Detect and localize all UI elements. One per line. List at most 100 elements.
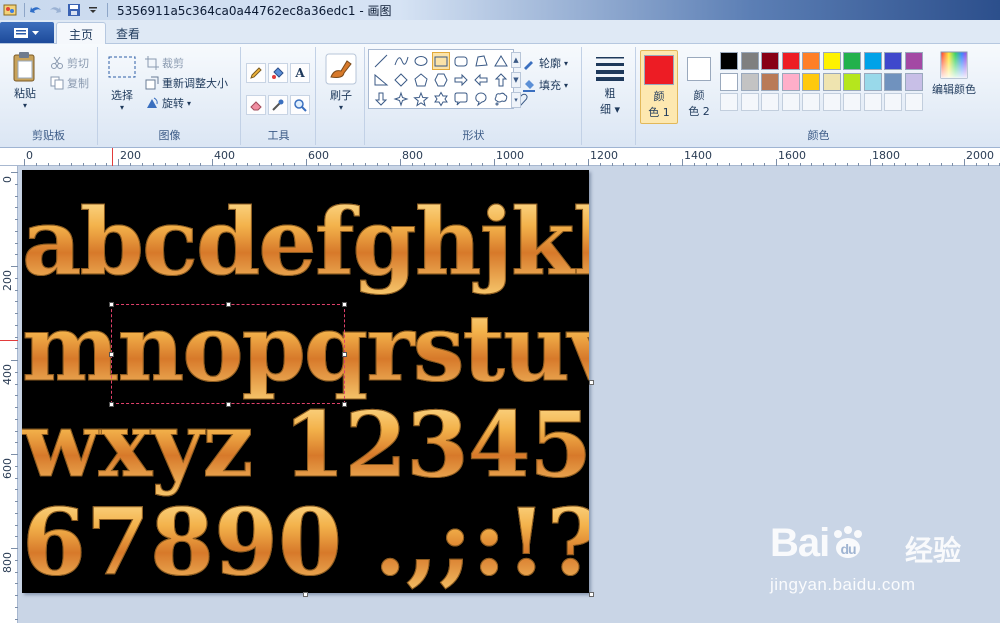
paste-button[interactable]: 粘贴 ▾ <box>8 51 42 110</box>
palette-empty-slot[interactable] <box>802 93 820 111</box>
canvas-resize-handle-corner[interactable] <box>589 592 594 597</box>
color-picker-icon[interactable] <box>268 95 288 115</box>
selection-rectangle[interactable] <box>111 304 345 404</box>
triangle-shape-icon[interactable] <box>492 52 510 70</box>
curve-shape-icon[interactable] <box>392 52 410 70</box>
palette-swatch[interactable] <box>761 52 779 70</box>
palette-swatch[interactable] <box>781 72 800 91</box>
select-button[interactable]: 选择 ▾ <box>105 55 139 112</box>
polygon-shape-icon[interactable] <box>472 52 490 70</box>
cut-button[interactable]: 剪切 <box>50 55 89 71</box>
canvas-resize-handle-right[interactable] <box>589 380 594 385</box>
color1-label-top: 颜 <box>653 90 665 103</box>
palette-swatch[interactable] <box>904 72 923 91</box>
palette-empty-slot[interactable] <box>781 93 800 111</box>
down-arrow-shape-icon[interactable] <box>372 90 390 108</box>
redo-icon[interactable] <box>47 2 63 18</box>
palette-swatch[interactable] <box>843 52 861 70</box>
tab-view[interactable]: 查看 <box>104 22 152 45</box>
right-triangle-shape-icon[interactable] <box>372 71 390 89</box>
rotate-label: 旋转 <box>162 97 184 110</box>
pentagon-shape-icon[interactable] <box>412 71 430 89</box>
palette-swatch[interactable] <box>740 72 759 91</box>
six-point-star-shape-icon[interactable] <box>432 90 450 108</box>
paint-menu-button[interactable] <box>0 22 54 43</box>
color1-button[interactable]: 颜 色 1 <box>640 50 678 124</box>
palette-swatch[interactable] <box>781 52 800 70</box>
selection-handle[interactable] <box>226 302 231 307</box>
outline-button[interactable]: 轮廓 ▾ <box>522 55 568 71</box>
diamond-shape-icon[interactable] <box>392 71 410 89</box>
palette-empty-slot[interactable] <box>863 93 882 111</box>
color2-button[interactable]: 颜 色 2 <box>681 50 717 124</box>
brushes-button[interactable]: 刷子 ▾ <box>323 53 359 112</box>
resize-icon <box>145 76 159 90</box>
palette-swatch[interactable] <box>822 72 841 91</box>
line-shape-icon[interactable] <box>372 52 390 70</box>
ribbon-tab-strip: 主页 查看 <box>0 20 1000 45</box>
up-arrow-shape-icon[interactable] <box>492 71 510 89</box>
tab-home[interactable]: 主页 <box>56 22 107 45</box>
palette-swatch[interactable] <box>720 72 738 91</box>
right-arrow-shape-icon[interactable] <box>452 71 470 89</box>
palette-empty-slot[interactable] <box>822 93 841 111</box>
palette-empty-slot[interactable] <box>761 93 779 111</box>
palette-swatch[interactable] <box>802 52 820 70</box>
palette-swatch[interactable] <box>863 52 882 70</box>
eraser-icon[interactable] <box>246 95 266 115</box>
selection-handle[interactable] <box>342 302 347 307</box>
palette-swatch[interactable] <box>884 52 902 70</box>
text-tool-icon[interactable]: A <box>290 63 310 83</box>
selection-handle[interactable] <box>226 402 231 407</box>
fill-button[interactable]: 填充 ▾ <box>522 77 568 93</box>
palette-swatch[interactable] <box>802 72 820 91</box>
palette-swatch[interactable] <box>761 72 779 91</box>
oval-shape-icon[interactable] <box>412 52 430 70</box>
palette-swatch[interactable] <box>843 72 861 91</box>
rounded-rectangle-shape-icon[interactable] <box>452 52 470 70</box>
quick-access-menu-icon[interactable] <box>85 2 101 18</box>
window-title: 5356911a5c364ca0a44762ec8a36edc1 - 画图 <box>117 3 392 18</box>
palette-swatch[interactable] <box>863 72 882 91</box>
selection-handle[interactable] <box>342 402 347 407</box>
left-arrow-shape-icon[interactable] <box>472 71 490 89</box>
cloud-callout-shape-icon[interactable] <box>492 90 510 108</box>
crop-button[interactable]: 裁剪 <box>145 55 184 71</box>
undo-icon[interactable] <box>28 2 44 18</box>
save-icon[interactable] <box>66 2 82 18</box>
palette-swatch[interactable] <box>904 52 923 70</box>
palette-empty-slot[interactable] <box>843 93 861 111</box>
selection-handle[interactable] <box>109 302 114 307</box>
palette-swatch[interactable] <box>822 52 841 70</box>
palette-swatch[interactable] <box>720 52 738 70</box>
canvas-resize-handle-bottom[interactable] <box>303 592 308 597</box>
pencil-icon[interactable] <box>246 63 266 83</box>
fill-bucket-icon[interactable] <box>268 63 288 83</box>
edit-colors-button[interactable]: 编辑颜色 <box>927 51 981 97</box>
scroll-down-icon[interactable]: ▼ <box>511 72 521 88</box>
oval-callout-shape-icon[interactable] <box>472 90 490 108</box>
size-button[interactable]: 粗 细 ▾ <box>592 55 628 117</box>
resize-button[interactable]: 重新调整大小 <box>145 75 228 91</box>
palette-swatch[interactable] <box>740 52 759 70</box>
rectangle-shape-icon[interactable] <box>432 52 450 70</box>
magnifier-icon[interactable] <box>290 95 310 115</box>
four-point-star-shape-icon[interactable] <box>392 90 410 108</box>
expand-gallery-icon[interactable]: ▾ <box>511 92 521 108</box>
five-point-star-shape-icon[interactable] <box>412 90 430 108</box>
palette-empty-slot[interactable] <box>904 93 923 111</box>
scroll-up-icon[interactable]: ▲ <box>511 52 521 68</box>
palette-empty-slot[interactable] <box>720 93 738 111</box>
selection-handle[interactable] <box>342 352 347 357</box>
brushes-label: 刷子 <box>330 89 352 102</box>
selection-handle[interactable] <box>109 352 114 357</box>
palette-swatch[interactable] <box>884 72 902 91</box>
copy-button[interactable]: 复制 <box>50 75 89 91</box>
rounded-callout-shape-icon[interactable] <box>452 90 470 108</box>
palette-empty-slot[interactable] <box>740 93 759 111</box>
palette-empty-slot[interactable] <box>884 93 902 111</box>
rotate-button[interactable]: 旋转 ▾ <box>145 95 191 111</box>
selection-handle[interactable] <box>109 402 114 407</box>
paint-app-icon[interactable] <box>2 2 18 18</box>
hexagon-shape-icon[interactable] <box>432 71 450 89</box>
